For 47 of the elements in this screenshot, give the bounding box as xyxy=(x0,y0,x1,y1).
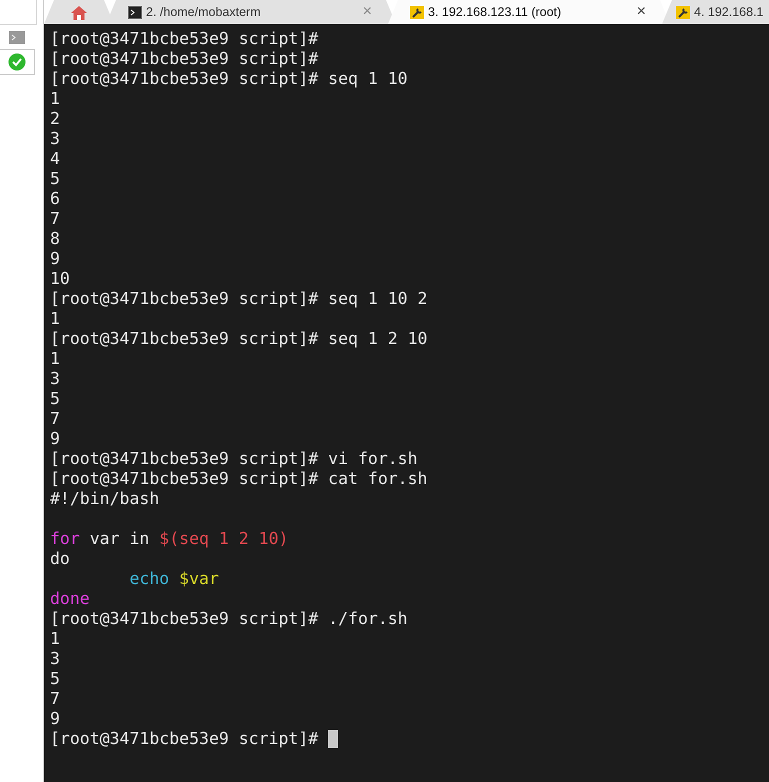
terminal-text: echo xyxy=(128,569,170,589)
terminal-text: 1 xyxy=(50,349,60,369)
terminal-icon xyxy=(128,6,142,18)
terminal-text: var in xyxy=(88,529,150,549)
terminal-text: 1 xyxy=(50,629,60,649)
terminal-text: #!/bin/bash xyxy=(50,489,160,509)
terminal-text: [root@3471bcbe53e9 script]# xyxy=(50,29,318,49)
sidebar-item[interactable] xyxy=(0,49,35,75)
terminal-text: [root@3471bcbe53e9 script]# xyxy=(50,729,320,749)
terminal-text: 3 xyxy=(50,129,60,149)
terminal-text: [root@3471bcbe53e9 script]# ./for.sh xyxy=(50,609,408,629)
terminal-text: 4 xyxy=(50,149,60,169)
terminal-text: 7 xyxy=(50,209,60,229)
wrench-icon xyxy=(410,6,424,18)
terminal-icon xyxy=(9,30,25,44)
terminal-text: 5 xyxy=(50,669,60,689)
terminal-text: 5 xyxy=(50,169,60,189)
terminal-text: 5 xyxy=(50,389,60,409)
terminal-text: [root@3471bcbe53e9 script]# seq 1 10 xyxy=(50,69,408,89)
check-icon xyxy=(8,53,26,71)
terminal-text: 3 xyxy=(50,369,60,389)
terminal-text: [root@3471bcbe53e9 script]# cat for.sh xyxy=(50,469,428,489)
terminal-text: 7 xyxy=(50,409,60,429)
wrench-icon xyxy=(676,6,690,18)
terminal-text: done xyxy=(50,589,90,609)
terminal-text: 2 xyxy=(50,109,60,129)
terminal-text: [root@3471bcbe53e9 script]# seq 1 10 2 xyxy=(50,289,428,309)
terminal-text: $(seq 1 2 10) xyxy=(159,529,288,549)
terminal-text: 3 xyxy=(50,649,60,669)
terminal-text: 9 xyxy=(50,249,60,269)
terminal-text: [root@3471bcbe53e9 script]# xyxy=(50,49,318,69)
terminal-text: 8 xyxy=(50,229,60,249)
tab[interactable]: 4. 192.168.1 xyxy=(662,0,769,24)
terminal-text: 10 xyxy=(50,269,70,289)
terminal-text: 1 xyxy=(50,309,60,329)
terminal-text: 6 xyxy=(50,189,60,209)
terminal-text: 1 xyxy=(50,89,60,109)
terminal-text: [root@3471bcbe53e9 script]# seq 1 2 10 xyxy=(50,329,428,349)
terminal-text: $var xyxy=(179,569,219,589)
close-icon[interactable]: × xyxy=(636,3,646,21)
terminal-text: [root@3471bcbe53e9 script]# vi for.sh xyxy=(50,449,418,469)
terminal-text: 7 xyxy=(50,689,60,709)
terminal-text: 9 xyxy=(50,429,60,449)
terminal-text: 9 xyxy=(50,709,60,729)
terminal-text: do xyxy=(50,549,70,569)
home-icon xyxy=(70,4,88,20)
terminal-text: for xyxy=(50,529,80,549)
